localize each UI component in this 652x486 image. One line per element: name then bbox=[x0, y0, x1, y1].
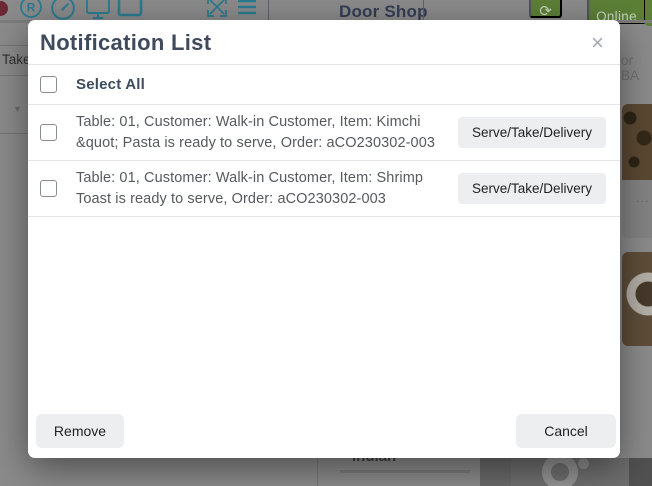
select-all-checkbox[interactable] bbox=[40, 76, 57, 93]
product-card-dots: ... bbox=[622, 180, 652, 205]
select-all-row: Select All bbox=[28, 65, 620, 105]
serve-take-delivery-button[interactable]: Serve/Take/Delivery bbox=[458, 117, 606, 148]
header-divider bbox=[268, 0, 269, 20]
notification-row: Table: 01, Customer: Walk-in Customer, I… bbox=[28, 161, 620, 217]
remove-button[interactable]: Remove bbox=[36, 414, 124, 448]
product-card bbox=[622, 252, 652, 346]
app-screen: R D bbox=[0, 0, 652, 486]
notification-checkbox[interactable] bbox=[40, 180, 57, 197]
category-tile bbox=[629, 458, 652, 486]
select-all-label: Select All bbox=[76, 76, 145, 93]
category-tile-logo bbox=[511, 458, 629, 486]
modal-title: Notification List bbox=[40, 30, 211, 56]
product-card: ... bbox=[622, 104, 652, 238]
modal-footer: Remove Cancel bbox=[28, 414, 620, 458]
panel-divider bbox=[317, 458, 318, 486]
order-type-label: Take bbox=[2, 52, 31, 67]
shop-name: Door Shop bbox=[339, 2, 428, 22]
logo-ring-icon bbox=[542, 454, 578, 486]
category-tile bbox=[480, 458, 511, 486]
cancel-button[interactable]: Cancel bbox=[516, 414, 616, 448]
left-panel-line bbox=[0, 75, 28, 76]
refresh-button[interactable]: ⟳ bbox=[529, 0, 562, 18]
category-underline bbox=[340, 470, 470, 473]
notification-text: Table: 01, Customer: Walk-in Customer, I… bbox=[76, 112, 439, 153]
modal-header: Notification List × bbox=[28, 20, 620, 65]
close-icon[interactable]: × bbox=[589, 32, 606, 54]
notification-text: Table: 01, Customer: Walk-in Customer, I… bbox=[76, 168, 439, 209]
svg-text:R: R bbox=[27, 1, 36, 15]
chevron-down-icon[interactable]: ▼ bbox=[13, 104, 22, 114]
left-panel-line bbox=[0, 133, 28, 134]
serve-take-delivery-button[interactable]: Serve/Take/Delivery bbox=[458, 173, 606, 204]
left-panel-line bbox=[0, 45, 28, 46]
notification-list-modal: Notification List × Select All Table: 01… bbox=[28, 20, 620, 458]
notification-checkbox[interactable] bbox=[40, 124, 57, 141]
header-divider bbox=[423, 0, 424, 20]
product-image bbox=[622, 252, 652, 346]
product-image bbox=[622, 104, 652, 180]
search-placeholder-fragment: or BA bbox=[621, 53, 652, 83]
brand-badge bbox=[0, 1, 8, 16]
logo-dot-icon bbox=[578, 458, 589, 469]
notification-row: Table: 01, Customer: Walk-in Customer, I… bbox=[28, 105, 620, 161]
